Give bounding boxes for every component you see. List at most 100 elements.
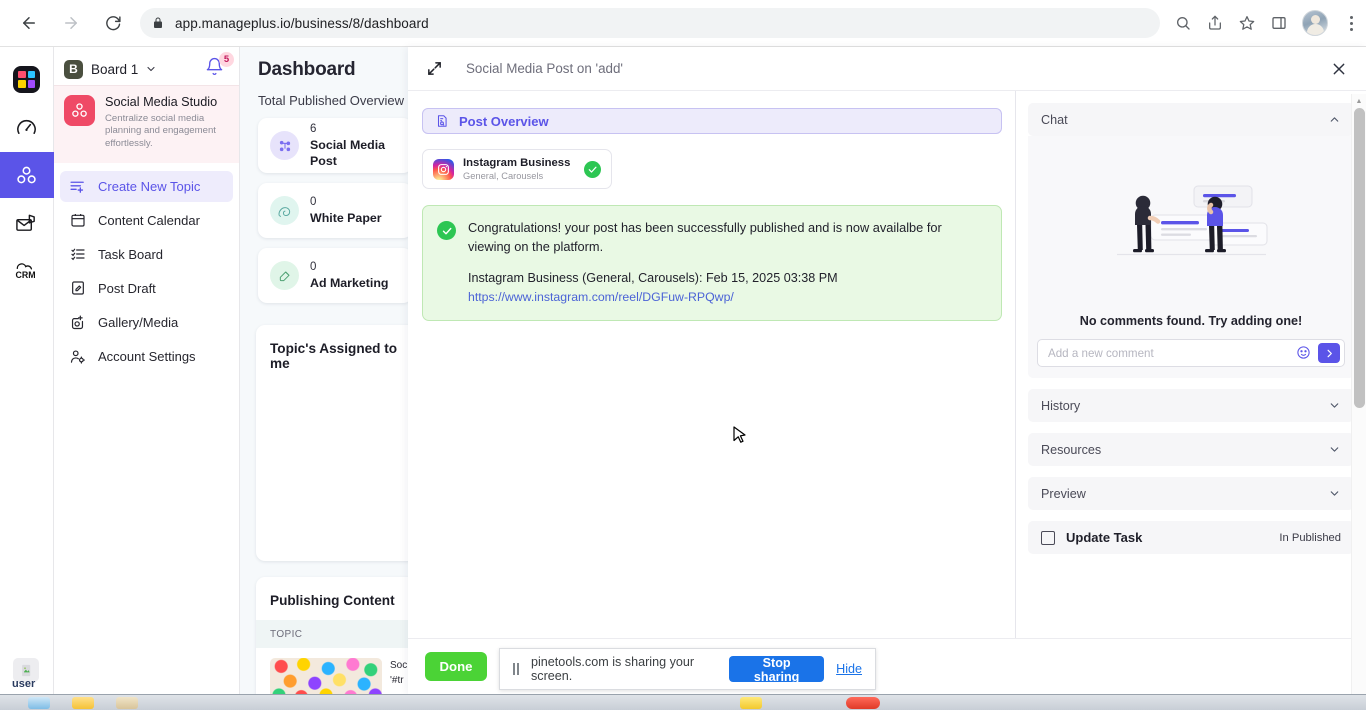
scroll-up-arrow-icon[interactable]: ▲ xyxy=(1352,94,1366,108)
success-meta-text: Instagram Business (General, Carousels):… xyxy=(468,270,838,285)
chevron-down-icon[interactable] xyxy=(1328,399,1341,412)
stat-card-white-paper[interactable]: 0 White Paper xyxy=(258,183,408,238)
document-search-icon xyxy=(435,114,449,128)
dashboard-subtitle: Total Published Overview xyxy=(258,93,404,108)
app-logo-icon[interactable] xyxy=(0,56,54,102)
stat-card-ad-marketing[interactable]: 0 Ad Marketing xyxy=(258,248,408,303)
create-topic-icon xyxy=(68,177,87,196)
chevron-down-icon[interactable] xyxy=(1328,443,1341,456)
chat-input[interactable] xyxy=(1048,346,1290,360)
chevron-up-icon[interactable] xyxy=(1328,113,1341,126)
hide-link[interactable]: Hide xyxy=(836,662,862,676)
stat-label: White Paper xyxy=(310,210,382,225)
scrollbar-thumb[interactable] xyxy=(1354,108,1365,408)
notifications-bell[interactable]: 5 xyxy=(205,52,234,81)
chat-panel: No comments found. Try adding one! xyxy=(1028,136,1354,378)
share-icon[interactable] xyxy=(1200,8,1230,38)
taskbar-item[interactable] xyxy=(116,696,138,709)
board-name: Board 1 xyxy=(91,61,139,77)
taskbar-item[interactable] xyxy=(28,696,50,709)
table-row[interactable]: Soc '#tr xyxy=(256,648,408,694)
campaign-mail-icon[interactable] xyxy=(0,200,54,246)
crm-icon[interactable]: CRM xyxy=(0,248,54,294)
sidebar-item-label: Account Settings xyxy=(98,348,196,364)
row-thumbnail xyxy=(270,658,382,694)
chevron-down-icon[interactable] xyxy=(1328,487,1341,500)
section-history[interactable]: History xyxy=(1028,389,1354,422)
status-badge: In Published xyxy=(1279,531,1341,544)
update-task-row[interactable]: Update Task In Published xyxy=(1028,521,1354,554)
chat-input-container[interactable] xyxy=(1037,339,1345,367)
send-arrow-icon[interactable] xyxy=(1318,343,1340,363)
modal-title: Social Media Post on 'add' xyxy=(466,61,623,76)
task-list-icon xyxy=(68,245,87,264)
section-label: History xyxy=(1041,398,1081,413)
screen-share-bar: pinetools.com is sharing your screen. St… xyxy=(499,648,876,690)
assigned-topics-title: Topic's Assigned to me xyxy=(270,341,398,371)
taskbar-item[interactable] xyxy=(740,696,762,709)
close-x-icon[interactable] xyxy=(1328,58,1350,80)
chevron-down-icon[interactable] xyxy=(145,63,157,75)
stat-count: 0 xyxy=(310,261,317,274)
three-dot-menu-icon[interactable] xyxy=(1336,8,1366,38)
gallery-add-icon xyxy=(68,313,87,332)
sidebar-item-create-new-topic[interactable]: Create New Topic xyxy=(60,170,233,202)
modal-main-content: Post Overview Instagram Business General… xyxy=(408,91,1015,638)
forward-arrow-icon[interactable] xyxy=(54,6,88,40)
taskbar-item[interactable] xyxy=(72,696,94,709)
studio-card[interactable]: Social Media Studio Centralize social me… xyxy=(54,85,239,163)
publishing-content-panel: Publishing Content TOPIC Soc '#tr xyxy=(256,577,408,694)
screen-root: app.manageplus.io/business/8/dashboard C… xyxy=(0,0,1366,710)
row-topic-text: Soc '#tr xyxy=(390,660,408,686)
dashboard-gauge-icon[interactable] xyxy=(0,104,54,150)
ad-megaphone-icon xyxy=(270,261,299,290)
chat-section-header[interactable]: Chat xyxy=(1028,103,1354,136)
search-icon[interactable] xyxy=(1168,8,1198,38)
chat-empty-text: No comments found. Try adding one! xyxy=(1079,314,1303,328)
network-nodes-icon xyxy=(270,131,299,160)
emoji-smiley-icon[interactable] xyxy=(1296,345,1312,361)
side-panel-icon[interactable] xyxy=(1264,8,1294,38)
post-detail-modal: Social Media Post on 'add' Post Overview xyxy=(408,47,1366,694)
page-scrollbar[interactable]: ▲ xyxy=(1351,94,1366,710)
sidebar-item-content-calendar[interactable]: Content Calendar xyxy=(60,205,233,236)
lock-icon xyxy=(152,17,164,29)
channel-name: Instagram Business xyxy=(463,156,571,169)
sidebar-item-post-draft[interactable]: Post Draft xyxy=(60,273,233,304)
sidebar-item-gallery-media[interactable]: Gallery/Media xyxy=(60,307,233,338)
success-message-box: Congratulations! your post has been succ… xyxy=(422,205,1002,321)
channel-card-instagram[interactable]: Instagram Business General, Carousels xyxy=(422,149,612,189)
chat-header-label: Chat xyxy=(1041,112,1068,127)
section-resources[interactable]: Resources xyxy=(1028,433,1354,466)
address-bar[interactable]: app.manageplus.io/business/8/dashboard xyxy=(140,8,1160,38)
nav-list: Create New Topic Content Calendar Task B… xyxy=(54,163,239,372)
board-selector[interactable]: B Board 1 5 xyxy=(54,52,239,85)
reload-icon[interactable] xyxy=(96,6,130,40)
sidebar-item-account-settings[interactable]: Account Settings xyxy=(60,341,233,372)
sidebar-item-social-media-studio[interactable] xyxy=(0,152,54,198)
page-title: Dashboard xyxy=(258,59,356,80)
whitepaper-icon xyxy=(270,196,299,225)
avatar[interactable] xyxy=(1302,10,1328,36)
checkbox-unchecked-icon[interactable] xyxy=(1041,530,1055,545)
post-overview-bar[interactable]: Post Overview xyxy=(422,108,1002,134)
post-overview-label: Post Overview xyxy=(459,113,549,129)
section-preview[interactable]: Preview xyxy=(1028,477,1354,510)
taskbar-item-active[interactable] xyxy=(846,696,880,709)
back-arrow-icon[interactable] xyxy=(12,6,46,40)
user-file-icon[interactable]: user xyxy=(12,658,41,690)
stat-card-social-media-post[interactable]: 6 Social Media Post xyxy=(258,118,408,173)
expand-arrows-icon[interactable] xyxy=(426,60,444,78)
done-button[interactable]: Done xyxy=(425,652,487,681)
modal-header: Social Media Post on 'add' xyxy=(408,47,1366,91)
publishing-content-title: Publishing Content xyxy=(270,593,395,608)
pause-icon[interactable] xyxy=(513,663,519,675)
stop-sharing-button[interactable]: Stop sharing xyxy=(729,656,825,684)
notification-count-badge: 5 xyxy=(219,52,234,67)
account-settings-icon xyxy=(68,347,87,366)
sidebar-item-label: Content Calendar xyxy=(98,212,200,228)
star-icon[interactable] xyxy=(1232,8,1262,38)
published-post-link[interactable]: https://www.instagram.com/reel/DGFuw-RPQ… xyxy=(468,290,734,304)
modal-body: Post Overview Instagram Business General… xyxy=(408,91,1366,638)
sidebar-item-task-board[interactable]: Task Board xyxy=(60,239,233,270)
